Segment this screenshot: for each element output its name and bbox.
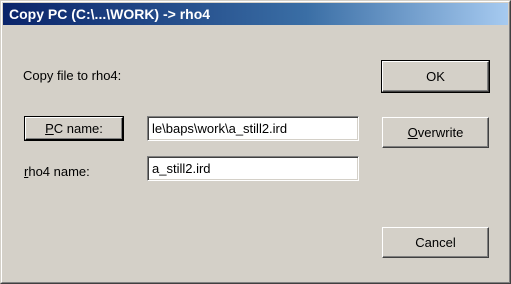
copy-file-heading: Copy file to rho4: (23, 68, 122, 83)
pc-name-button[interactable]: PC name: (25, 117, 123, 140)
overwrite-button[interactable]: Overwrite (382, 117, 489, 148)
copy-dialog: Copy PC (C:\...\WORK) -> rho4 Copy file … (0, 0, 511, 284)
dialog-title: Copy PC (C:\...\WORK) -> rho4 (3, 3, 508, 25)
rho4-name-label: rho4 name: (24, 164, 90, 179)
rho4-name-field[interactable] (147, 156, 359, 181)
overwrite-button-label: Overwrite (407, 125, 464, 140)
cancel-button[interactable]: Cancel (382, 227, 489, 258)
pc-name-button-label: PC name: (45, 121, 103, 136)
pc-name-field[interactable] (147, 116, 359, 141)
ok-button[interactable]: OK (381, 60, 490, 93)
